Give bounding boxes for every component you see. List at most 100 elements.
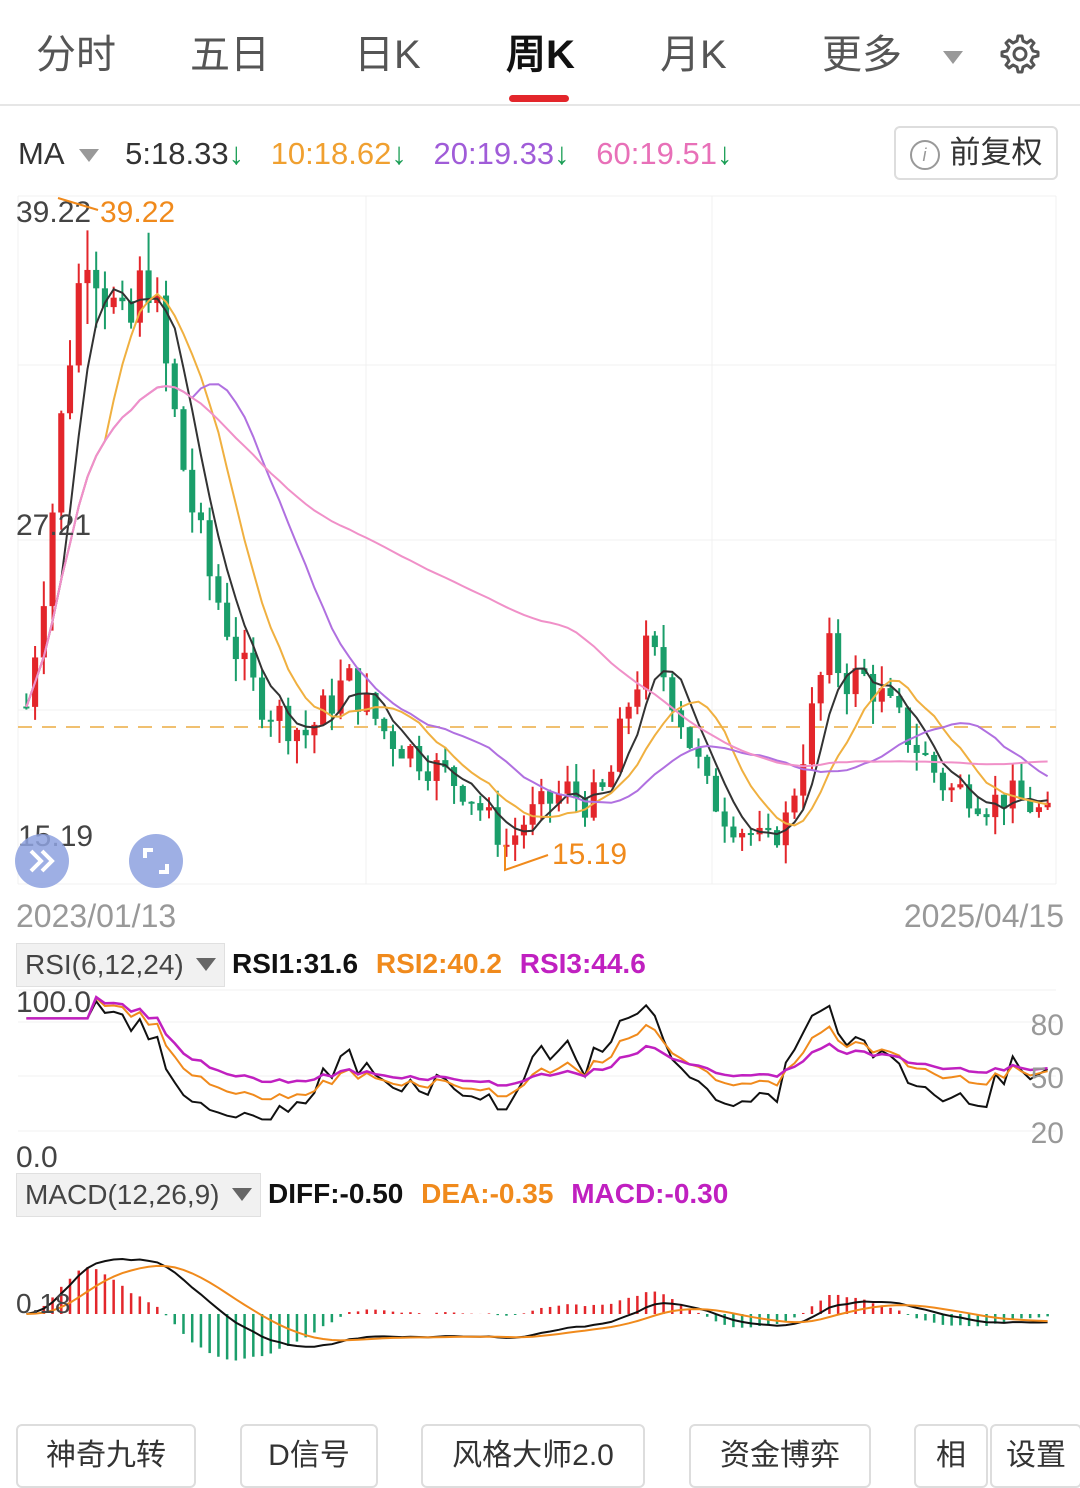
candle-body xyxy=(835,633,842,674)
end-date-label: 2025/04/15 xyxy=(904,898,1064,934)
candle-body xyxy=(887,688,894,697)
candle-body xyxy=(328,695,335,714)
candle-body xyxy=(712,775,719,812)
chevron-down-icon xyxy=(231,1188,252,1201)
candle-body xyxy=(477,803,484,811)
candle-body xyxy=(110,297,117,308)
candle-body xyxy=(1018,780,1025,799)
macd-selector[interactable]: MACD(12,26,9) xyxy=(16,1173,261,1217)
expand-left-button[interactable] xyxy=(15,834,69,888)
rsi-selector[interactable]: RSI(6,12,24) xyxy=(16,943,225,987)
candle-body xyxy=(974,808,981,815)
high-marker-label: 39.22 xyxy=(100,196,175,229)
candle-body xyxy=(826,633,833,676)
chart-grid xyxy=(17,195,1057,1132)
candle-body xyxy=(215,576,222,603)
candle-body xyxy=(512,835,519,845)
btn-style-master[interactable]: 风格大师2.0 xyxy=(421,1424,645,1488)
candle-body xyxy=(302,729,309,736)
btn-fund-game[interactable]: 资金博弈 xyxy=(689,1424,871,1488)
rsi-axis-20: 20 xyxy=(1031,1117,1064,1150)
candle-body xyxy=(686,727,693,748)
btn-xiang[interactable]: 相 xyxy=(914,1424,988,1488)
candle-body xyxy=(293,729,301,742)
ma60-line xyxy=(25,385,1048,768)
macd-axis-label: 0.18 xyxy=(16,1288,71,1319)
macd-values: DIFF:-0.50 DEA:-0.35 MACD:-0.30 xyxy=(268,1173,738,1215)
candle-body xyxy=(468,801,475,804)
fullscreen-button[interactable] xyxy=(129,834,183,888)
rsi3-value: RSI3:44.6 xyxy=(519,948,646,979)
candle-body xyxy=(84,269,91,284)
candle-body xyxy=(721,811,728,827)
start-date-label: 2023/01/13 xyxy=(16,898,176,934)
candle-body xyxy=(852,668,859,695)
candles xyxy=(23,230,1051,864)
candle-body xyxy=(939,772,946,791)
candle-body xyxy=(590,782,597,818)
candle-body xyxy=(276,705,283,721)
candle-body xyxy=(730,826,737,838)
candle-body xyxy=(651,635,658,648)
candle-body xyxy=(119,297,126,302)
macd-value: MACD:-0.30 xyxy=(571,1178,729,1209)
fullscreen-icon xyxy=(143,848,169,874)
candle-body xyxy=(197,512,204,521)
candle-body xyxy=(75,283,82,366)
btn-shenqi[interactable]: 神奇九转 xyxy=(16,1424,196,1488)
candle-body xyxy=(599,782,606,787)
btn-settings[interactable]: 设置 xyxy=(990,1424,1080,1488)
low-marker-line xyxy=(504,845,549,872)
candle-body xyxy=(398,748,405,759)
ma5-line xyxy=(25,287,1048,836)
candle-body xyxy=(983,814,990,818)
candle-body xyxy=(608,771,615,787)
candle-body xyxy=(817,675,824,704)
rsi-lines xyxy=(26,995,1049,1121)
candle-body xyxy=(355,668,362,712)
candle-body xyxy=(258,677,266,720)
candle-body xyxy=(346,668,353,681)
candle-body xyxy=(459,785,466,802)
candle-body xyxy=(250,652,257,678)
chevron-down-icon xyxy=(195,958,216,971)
candle-body xyxy=(538,791,545,805)
rsi-axis-top: 100.0 xyxy=(16,986,91,1019)
rsi-axis-bottom: 0.0 xyxy=(16,1141,58,1174)
candle-body xyxy=(424,771,431,781)
candle-body xyxy=(206,520,213,577)
ma20-line xyxy=(25,383,1049,804)
ma-lines xyxy=(25,287,1049,836)
price-high-label: 39.22 xyxy=(16,196,91,229)
candle-body xyxy=(625,706,632,719)
price-mid-label: 27.21 xyxy=(16,509,91,542)
btn-dsignal[interactable]: D信号 xyxy=(240,1424,378,1488)
ma10-line xyxy=(25,292,1048,827)
rsi-selector-label: RSI(6,12,24) xyxy=(25,949,184,980)
candle-body xyxy=(931,754,938,773)
rsi2-value: RSI2:40.2 xyxy=(375,948,502,979)
candle-body xyxy=(948,787,955,791)
rsi-values: RSI1:31.6 RSI2:40.2 RSI3:44.6 xyxy=(232,943,656,985)
rsi-axis-50: 50 xyxy=(1031,1062,1064,1095)
candle-body xyxy=(189,469,196,513)
candle-body xyxy=(913,744,920,753)
candle-body xyxy=(224,602,231,637)
candle-body xyxy=(66,365,74,414)
diff-value: DIFF:-0.50 xyxy=(268,1178,404,1209)
candle-body xyxy=(407,745,414,759)
diff-line xyxy=(26,1257,1048,1348)
candle-body xyxy=(765,827,772,831)
candle-body xyxy=(267,719,274,722)
macd-selector-label: MACD(12,26,9) xyxy=(25,1179,220,1210)
candle-body xyxy=(485,807,493,811)
candle-body xyxy=(922,752,929,755)
candle-body xyxy=(180,409,187,470)
rsi1-value: RSI1:31.6 xyxy=(232,948,359,979)
candle-body xyxy=(58,413,65,513)
candle-body xyxy=(739,833,746,838)
candle-body xyxy=(634,689,641,707)
candle-body xyxy=(747,833,754,836)
rsi-axis-80: 80 xyxy=(1031,1009,1064,1042)
low-marker-label: 15.19 xyxy=(552,838,627,871)
